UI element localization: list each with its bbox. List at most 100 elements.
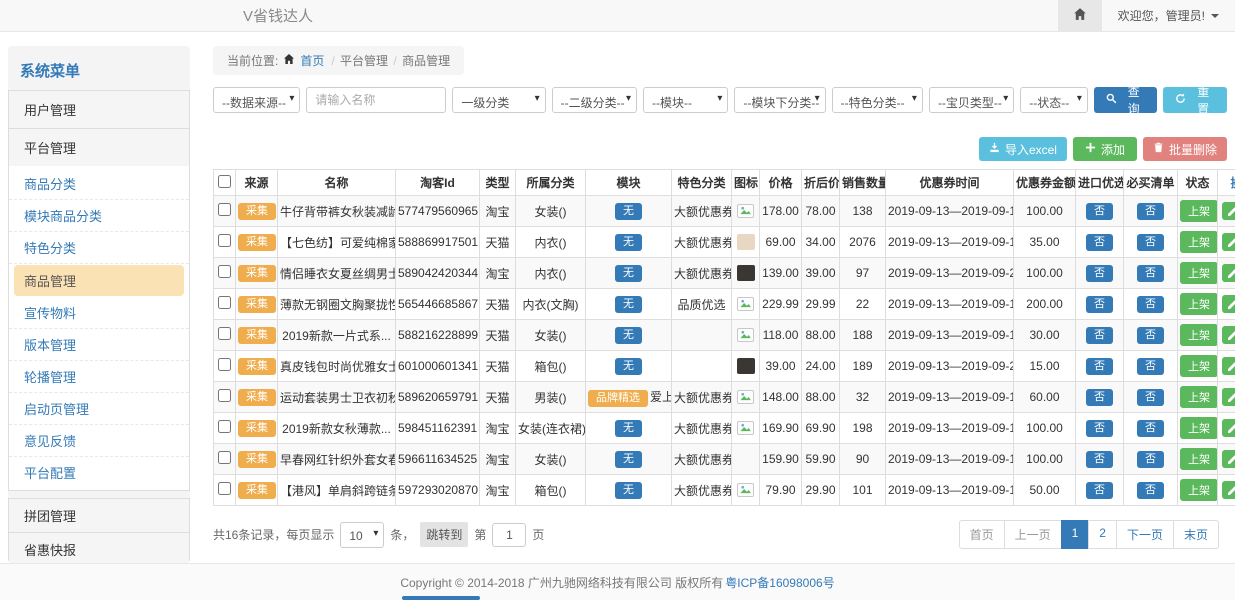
user-menu[interactable]: 欢迎您，管理员! [1102, 7, 1235, 24]
status-badge[interactable]: 上架 [1180, 324, 1218, 346]
jump-to-button[interactable]: 跳转到 [420, 522, 468, 547]
add-button[interactable]: 添加 [1073, 137, 1137, 161]
sidebar-item[interactable]: 意见反馈 [9, 425, 189, 457]
must-buy-toggle[interactable]: 否 [1137, 420, 1164, 437]
module-badge[interactable]: 无 [615, 203, 642, 220]
edit-button[interactable] [1222, 202, 1235, 220]
filter-select[interactable]: --状态-- [1020, 87, 1088, 113]
sidebar-group[interactable]: 用户管理 [8, 90, 190, 129]
module-badge[interactable]: 无 [615, 265, 642, 282]
module-badge[interactable]: 品牌精选 [588, 390, 648, 407]
edit-button[interactable] [1222, 419, 1235, 437]
filter-select[interactable]: --特色分类-- [832, 87, 923, 113]
filter-select[interactable]: --宝贝类型-- [929, 87, 1014, 113]
page-number-input[interactable] [492, 523, 526, 547]
import-select-toggle[interactable]: 否 [1086, 389, 1113, 406]
sidebar-item[interactable]: 宣传物料 [9, 297, 189, 329]
row-checkbox[interactable] [218, 327, 231, 340]
must-buy-toggle[interactable]: 否 [1137, 358, 1164, 375]
status-badge[interactable]: 上架 [1180, 355, 1218, 377]
import-select-toggle[interactable]: 否 [1086, 358, 1113, 375]
status-badge[interactable]: 上架 [1180, 262, 1218, 284]
reset-button[interactable]: 重置 [1163, 87, 1227, 113]
filter-select[interactable]: --二级分类-- [552, 87, 637, 113]
row-checkbox[interactable] [218, 482, 231, 495]
row-checkbox[interactable] [218, 265, 231, 278]
pager-item[interactable]: 2 [1088, 520, 1117, 549]
name-search-input[interactable] [306, 87, 446, 113]
import-excel-button[interactable]: 导入excel [979, 137, 1067, 161]
import-select-toggle[interactable]: 否 [1086, 234, 1113, 251]
must-buy-toggle[interactable]: 否 [1137, 389, 1164, 406]
import-select-toggle[interactable]: 否 [1086, 265, 1113, 282]
sidebar-item[interactable]: 版本管理 [9, 329, 189, 361]
sidebar-item[interactable]: 启动页管理 [9, 393, 189, 425]
row-checkbox[interactable] [218, 389, 231, 402]
search-button[interactable]: 查询 [1094, 87, 1158, 113]
breadcrumb-home-link[interactable]: 首页 [300, 52, 324, 69]
pager-item[interactable]: 1 [1061, 520, 1090, 549]
edit-button[interactable] [1222, 450, 1235, 468]
import-select-toggle[interactable]: 否 [1086, 203, 1113, 220]
filter-select[interactable]: --模块下分类-- [734, 87, 825, 113]
pager-item[interactable]: 下一页 [1116, 520, 1174, 549]
row-checkbox[interactable] [218, 234, 231, 247]
sidebar-group[interactable]: 拼团管理 [8, 498, 190, 533]
filter-select[interactable]: --数据来源-- [213, 87, 300, 113]
edit-button[interactable] [1222, 357, 1235, 375]
sidebar-item[interactable]: 商品管理 [14, 265, 184, 296]
import-select-toggle[interactable]: 否 [1086, 420, 1113, 437]
module-badge[interactable]: 无 [615, 482, 642, 499]
edit-button[interactable] [1222, 326, 1235, 344]
import-select-toggle[interactable]: 否 [1086, 296, 1113, 313]
filter-select[interactable]: --模块-- [643, 87, 728, 113]
import-select-toggle[interactable]: 否 [1086, 327, 1113, 344]
sidebar-item[interactable]: 商品分类 [9, 168, 189, 200]
must-buy-toggle[interactable]: 否 [1137, 234, 1164, 251]
status-badge[interactable]: 上架 [1180, 417, 1218, 439]
status-badge[interactable]: 上架 [1180, 479, 1218, 501]
pager-item[interactable]: 末页 [1173, 520, 1219, 549]
import-select-toggle[interactable]: 否 [1086, 451, 1113, 468]
row-checkbox[interactable] [218, 420, 231, 433]
edit-button[interactable] [1222, 388, 1235, 406]
status-badge[interactable]: 上架 [1180, 200, 1218, 222]
filter-select[interactable]: 一级分类 [452, 87, 545, 113]
must-buy-toggle[interactable]: 否 [1137, 451, 1164, 468]
edit-button[interactable] [1222, 264, 1235, 282]
status-badge[interactable]: 上架 [1180, 386, 1218, 408]
sidebar-group[interactable]: 平台管理 [8, 128, 190, 167]
sidebar-item[interactable]: 模块商品分类 [9, 200, 189, 232]
module-badge[interactable]: 无 [615, 451, 642, 468]
status-badge[interactable]: 上架 [1180, 448, 1218, 470]
must-buy-toggle[interactable]: 否 [1137, 265, 1164, 282]
per-page-select[interactable]: 10 [340, 522, 384, 548]
module-badge[interactable]: 无 [615, 358, 642, 375]
row-checkbox[interactable] [218, 358, 231, 371]
row-checkbox[interactable] [218, 451, 231, 464]
must-buy-toggle[interactable]: 否 [1137, 203, 1164, 220]
icp-link[interactable]: 粤ICP备16098006号 [725, 574, 834, 591]
sidebar-item[interactable]: 平台配置 [9, 457, 189, 488]
status-badge[interactable]: 上架 [1180, 231, 1218, 253]
module-badge[interactable]: 无 [615, 420, 642, 437]
sidebar-group[interactable]: 省惠快报 [8, 532, 190, 563]
status-badge[interactable]: 上架 [1180, 293, 1218, 315]
edit-button[interactable] [1222, 233, 1235, 251]
module-badge[interactable]: 无 [615, 296, 642, 313]
sidebar-item[interactable]: 轮播管理 [9, 361, 189, 393]
select-all-checkbox[interactable] [218, 175, 231, 188]
edit-button[interactable] [1222, 295, 1235, 313]
row-checkbox[interactable] [218, 203, 231, 216]
edit-button[interactable] [1222, 481, 1235, 499]
horizontal-scrollbar-thumb[interactable] [402, 596, 480, 600]
must-buy-toggle[interactable]: 否 [1137, 482, 1164, 499]
module-badge[interactable]: 无 [615, 234, 642, 251]
home-button[interactable] [1058, 0, 1102, 31]
bulk-delete-button[interactable]: 批量删除 [1143, 137, 1227, 161]
sidebar-item[interactable]: 特色分类 [9, 232, 189, 264]
import-select-toggle[interactable]: 否 [1086, 482, 1113, 499]
must-buy-toggle[interactable]: 否 [1137, 296, 1164, 313]
must-buy-toggle[interactable]: 否 [1137, 327, 1164, 344]
row-checkbox[interactable] [218, 296, 231, 309]
